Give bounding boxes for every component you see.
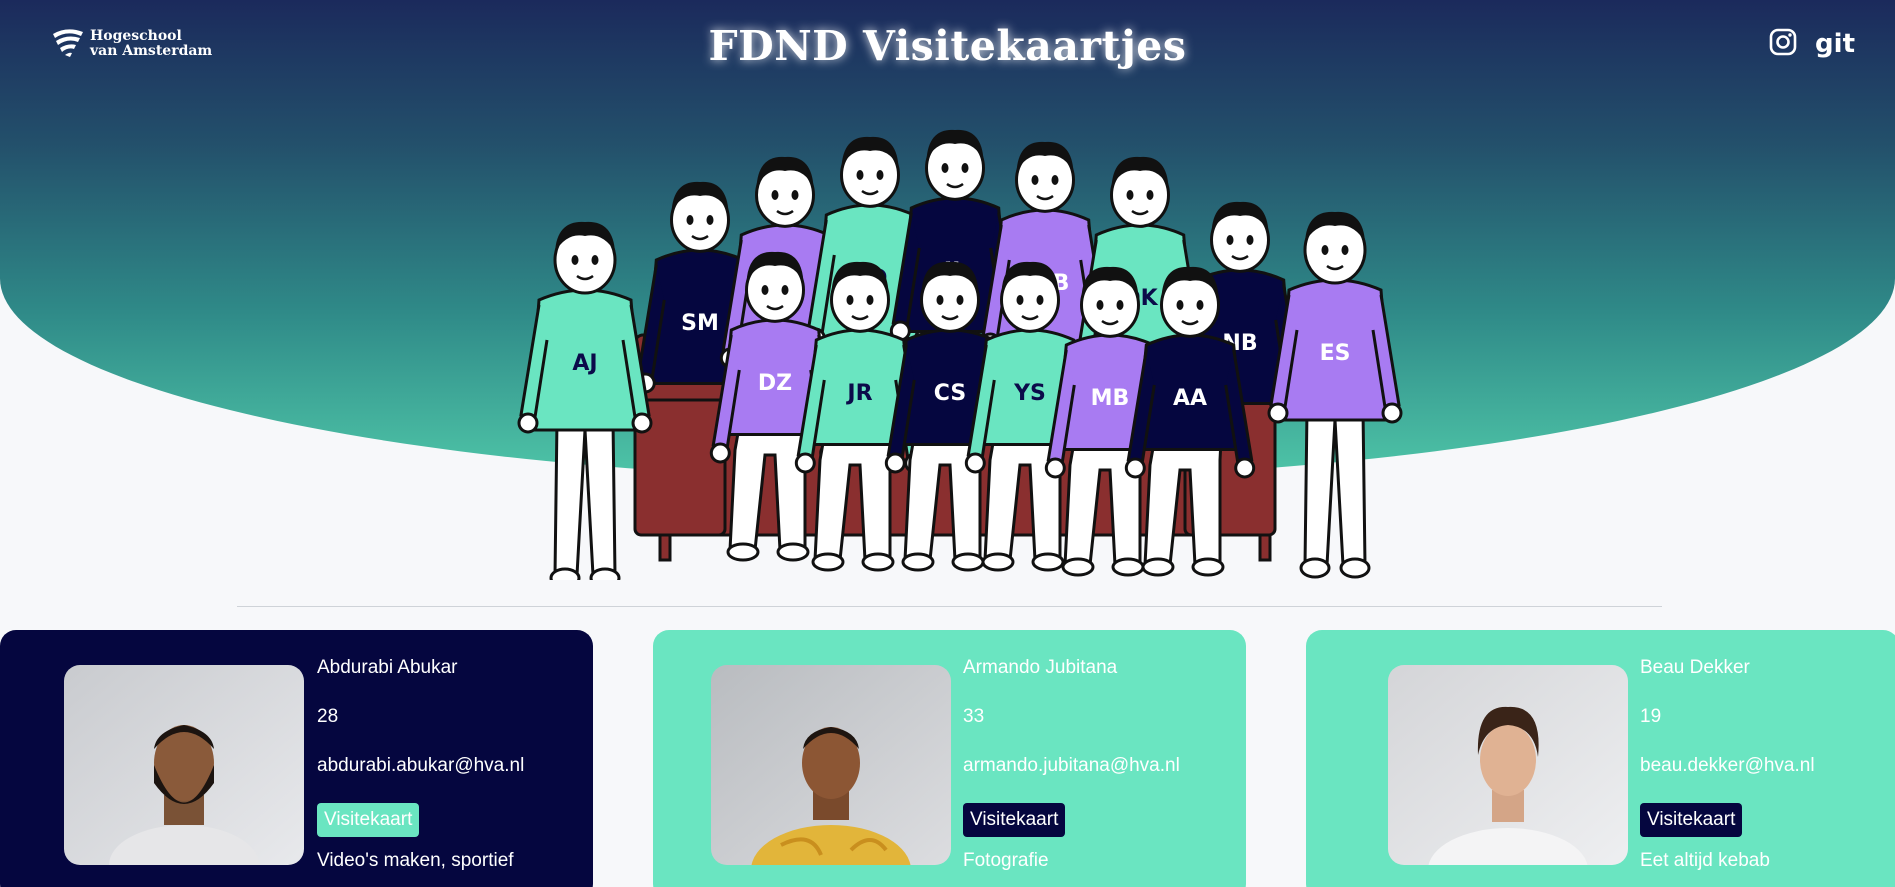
person-es: ES: [1267, 211, 1403, 579]
card-email[interactable]: armando.jubitana@hva.nl: [963, 754, 1233, 803]
card-hobby: Fotografie: [963, 850, 1049, 871]
person-initials: CS: [934, 381, 966, 406]
person-initials: AJ: [572, 351, 597, 376]
page-title: FDND Visitekaartjes: [708, 22, 1187, 70]
person-initials: YS: [1013, 381, 1046, 406]
card-age: 19: [1640, 706, 1662, 727]
visitekaart-button[interactable]: Visitekaart: [317, 803, 420, 837]
card-email[interactable]: abdurabi.abukar@hva.nl: [317, 754, 587, 803]
card-age: 28: [317, 706, 339, 727]
visitekaart-button[interactable]: Visitekaart: [963, 803, 1066, 837]
business-card: Armando Jubitana 33 armando.jubitana@hva…: [653, 630, 1246, 887]
profile-photo: [64, 665, 304, 865]
card-info: Beau Dekker 19 beau.dekker@hva.nl Visite…: [1640, 656, 1895, 887]
person-initials: ES: [1320, 341, 1351, 366]
business-card: Abdurabi Abukar 28 abdurabi.abukar@hva.n…: [0, 630, 593, 887]
card-name: Armando Jubitana: [963, 657, 1118, 678]
card-age: 33: [963, 706, 985, 727]
person-initials: MB: [1091, 386, 1130, 411]
person-aj: AJ: [517, 221, 653, 580]
card-email[interactable]: beau.dekker@hva.nl: [1640, 754, 1895, 803]
person-initials: JR: [845, 381, 872, 406]
business-card: Beau Dekker 19 beau.dekker@hva.nl Visite…: [1306, 630, 1895, 887]
card-info: Armando Jubitana 33 armando.jubitana@hva…: [963, 656, 1233, 887]
person-initials: DZ: [758, 371, 792, 396]
git-link[interactable]: git: [1815, 31, 1855, 57]
social-links: git: [1769, 28, 1855, 60]
card-info: Abdurabi Abukar 28 abdurabi.abukar@hva.n…: [317, 656, 587, 887]
person-initials: AA: [1173, 386, 1207, 411]
card-name: Abdurabi Abukar: [317, 657, 458, 678]
card-name: Beau Dekker: [1640, 657, 1750, 678]
profile-photo: [711, 665, 951, 865]
profile-photo: [1388, 665, 1628, 865]
instagram-icon: [1769, 28, 1797, 56]
visitekaart-button[interactable]: Visitekaart: [1640, 803, 1743, 837]
instagram-link[interactable]: [1769, 28, 1797, 60]
card-hobby: Video's maken, sportief: [317, 850, 514, 871]
person-initials: SM: [681, 311, 719, 336]
team-illustration: SMBBBDJLFVBDKNBAJESDZJRCSYSMBAA: [517, 129, 1403, 580]
card-hobby: Eet altijd kebab: [1640, 850, 1770, 871]
divider: [237, 606, 1662, 607]
